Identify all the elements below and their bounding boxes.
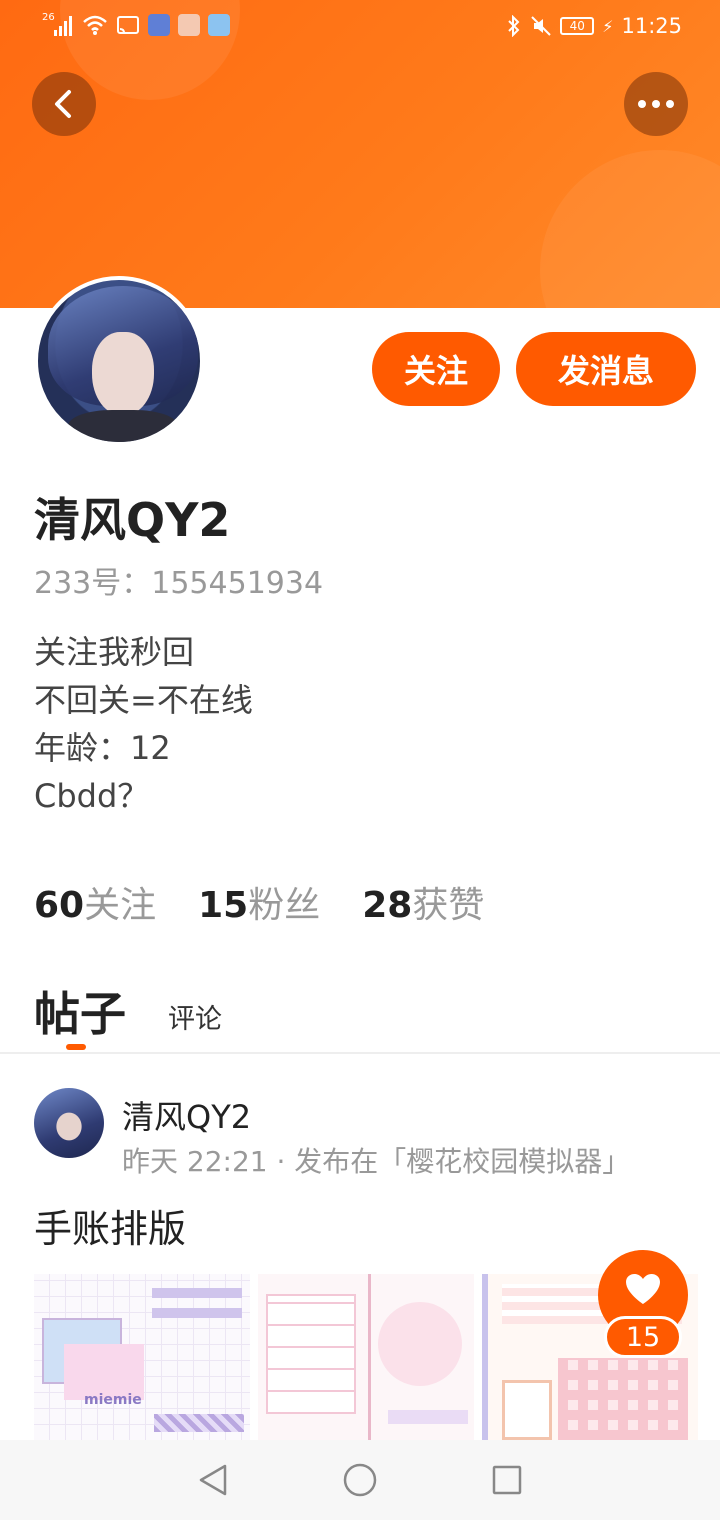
tab-comments[interactable]: 评论: [168, 997, 222, 1044]
status-left: 26: [40, 12, 230, 36]
triangle-back-icon: [200, 1464, 227, 1496]
post-author-name[interactable]: 清风QY2: [122, 1092, 251, 1138]
bio-line: 不回关=不在线: [34, 681, 253, 719]
bio-line: 关注我秒回: [34, 633, 195, 671]
post-image[interactable]: miemie: [34, 1274, 250, 1440]
follow-button[interactable]: 关注: [372, 332, 500, 406]
battery-icon: 40: [560, 17, 595, 35]
stat-label: 获赞: [412, 885, 485, 926]
signal-icon: 26: [40, 12, 74, 36]
tab-posts-label: 帖子: [34, 987, 126, 1041]
chevron-left-icon: [55, 90, 71, 118]
stat-label: 粉丝: [248, 885, 321, 926]
profile-name: 清风QY2: [34, 493, 231, 547]
notification-app-icon: [178, 14, 200, 36]
message-button[interactable]: 发消息: [516, 332, 696, 406]
heart-icon: [626, 1274, 660, 1304]
profile-avatar[interactable]: [34, 276, 204, 446]
charging-icon: ⚡: [602, 16, 614, 36]
stat-followers[interactable]: 15粉丝: [198, 876, 320, 928]
profile-id: 233号：155451934: [34, 566, 324, 601]
stat-number: 28: [362, 885, 413, 926]
tab-posts[interactable]: 帖子: [34, 978, 126, 1050]
shield-app-icon: [148, 14, 170, 36]
more-dots-icon: [638, 100, 674, 108]
status-right: 40 ⚡ 11:25: [506, 14, 682, 38]
post-meta: 昨天 22:21 · 发布在「樱花校园模拟器」: [122, 1145, 631, 1178]
bio-line: 年龄：12: [34, 729, 171, 767]
system-navbar: [0, 1440, 720, 1520]
notification-app-icon: [208, 14, 230, 36]
status-time: 11:25: [621, 14, 682, 38]
nav-back-button[interactable]: [193, 1460, 233, 1500]
tab-indicator: [66, 1044, 86, 1050]
stat-number: 15: [198, 885, 249, 926]
circle-home-icon: [343, 1463, 377, 1497]
nav-recents-button[interactable]: [487, 1460, 527, 1500]
status-bar: 26 40 ⚡ 11:25: [0, 0, 720, 56]
stat-following[interactable]: 60关注: [34, 876, 156, 928]
banner-decoration: [540, 150, 720, 308]
stat-label: 关注: [84, 885, 157, 926]
stat-likes: 28获赞: [362, 876, 484, 928]
divider: [0, 1052, 720, 1054]
image-caption: miemie: [84, 1392, 142, 1408]
stat-number: 60: [34, 885, 85, 926]
cast-icon: [117, 16, 139, 34]
more-button[interactable]: [624, 72, 688, 136]
post-image[interactable]: [258, 1274, 474, 1440]
content-tabs: 帖子 评论: [34, 978, 222, 1050]
post-title[interactable]: 手账排版: [34, 1198, 186, 1253]
wifi-icon: [83, 15, 107, 35]
profile-stats: 60关注 15粉丝 28获赞: [34, 876, 484, 928]
network-label: 26: [42, 12, 55, 23]
profile-bio: 关注我秒回 不回关=不在线 年龄：12 Cbdd？: [34, 628, 253, 820]
post-author-avatar[interactable]: [34, 1088, 104, 1158]
battery-level: 40: [569, 19, 585, 33]
bluetooth-icon: [508, 15, 520, 37]
bio-line: Cbdd？: [34, 777, 150, 815]
nav-home-button[interactable]: [340, 1460, 380, 1500]
back-button[interactable]: [32, 72, 96, 136]
square-recents-icon: [492, 1465, 521, 1495]
like-count: 15: [604, 1316, 682, 1358]
mute-icon: [531, 16, 551, 36]
